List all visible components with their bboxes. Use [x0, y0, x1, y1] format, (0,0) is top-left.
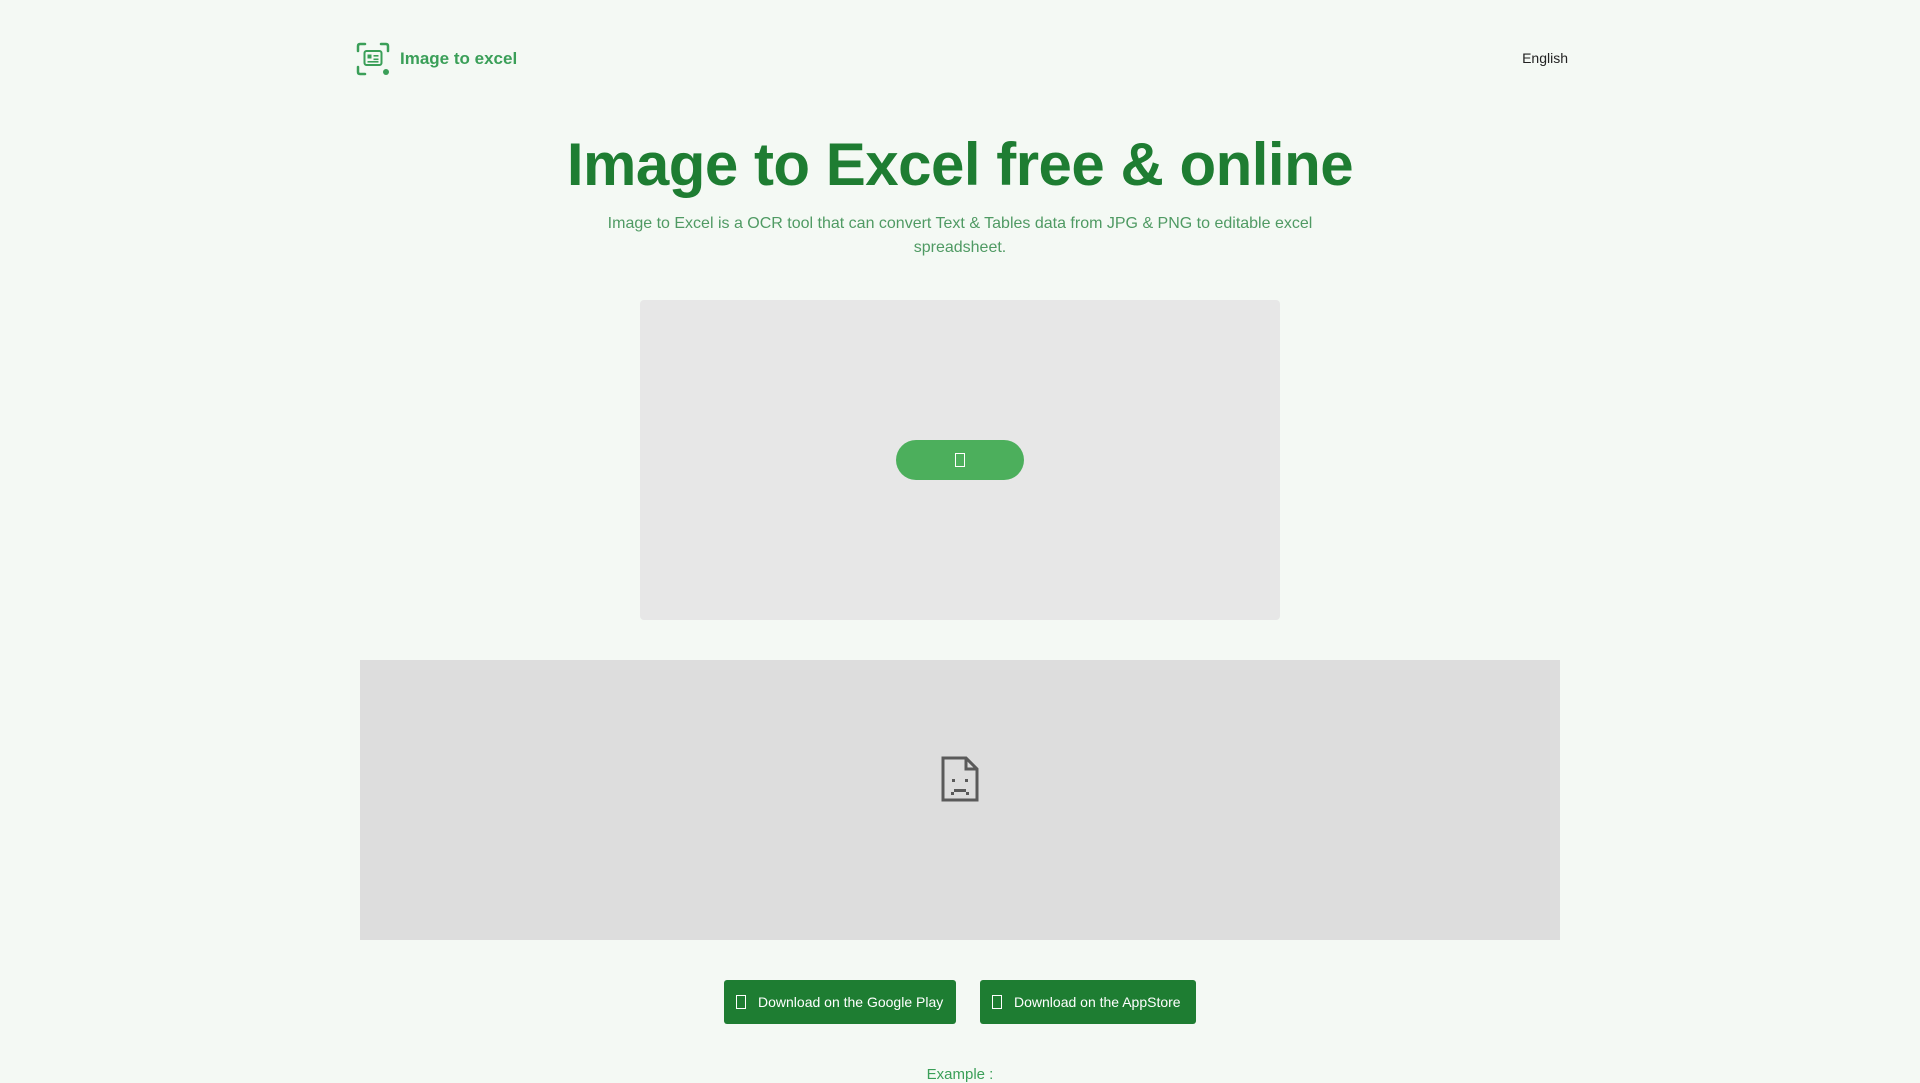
page-title: Image to Excel free & online: [566, 131, 1354, 198]
brand-name: Image to excel: [400, 49, 518, 68]
site-header: Image to excel English: [0, 0, 1920, 120]
missing-glyph-icon: [955, 453, 965, 467]
appstore-download-button[interactable]: Download on the AppStore: [980, 980, 1196, 1024]
appstore-label: Download on the AppStore: [1014, 994, 1181, 1010]
download-buttons: Download on the Google Play Download on …: [0, 980, 1920, 1024]
broken-page-icon: [941, 756, 979, 802]
language-selector[interactable]: English: [1522, 50, 1568, 66]
brand-logo-link[interactable]: Image to excel: [356, 42, 517, 76]
upload-button[interactable]: [896, 440, 1024, 480]
google-play-label: Download on the Google Play: [758, 994, 944, 1010]
scan-document-icon: [356, 42, 390, 76]
upload-dropzone[interactable]: [640, 300, 1280, 620]
google-play-download-button[interactable]: Download on the Google Play: [724, 980, 956, 1024]
google-play-icon: [736, 995, 746, 1009]
example-heading: Example :: [926, 1066, 994, 1083]
apple-icon: [992, 995, 1002, 1009]
page-subtitle: Image to Excel is a OCR tool that can co…: [607, 215, 1313, 256]
embedded-frame: [360, 660, 1560, 940]
